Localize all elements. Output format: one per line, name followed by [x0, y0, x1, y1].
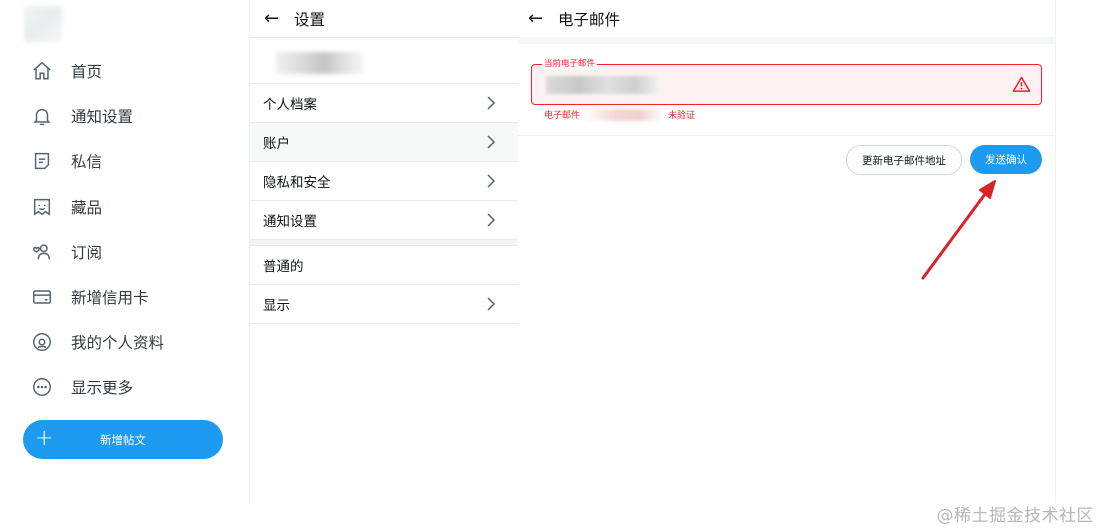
current-email-label: 当前电子邮件 — [542, 58, 598, 70]
nav-item-home[interactable]: 首页 — [30, 56, 102, 86]
back-arrow-icon[interactable]: ← — [264, 8, 284, 29]
more-icon — [30, 375, 54, 399]
subscription-icon — [30, 240, 54, 264]
page-title: 设置 — [294, 10, 326, 29]
home-icon — [30, 59, 54, 83]
redacted-email-value — [546, 76, 658, 94]
left-navigation: 首页 通知设置 私信 藏品 订阅 新增信用卡 我的个人资料 显示更多 + 新增帖… — [0, 0, 250, 532]
annotation-arrow — [921, 180, 996, 280]
collection-icon — [30, 195, 54, 219]
settings-item-label: 普通的 — [263, 259, 304, 275]
settings-column: ← 设置 个人档案 账户 隐私和安全 通知设置 普通的 显示 — [249, 0, 519, 503]
settings-item-label: 账户 — [263, 136, 290, 152]
settings-item-label: 隐私和安全 — [263, 175, 331, 191]
page-title: 电子邮件 — [558, 10, 621, 29]
logo-placeholder[interactable] — [24, 6, 62, 42]
plus-icon: + — [35, 426, 54, 451]
email-unverified-message: 电子邮件 未验证 — [544, 108, 695, 121]
update-email-button[interactable]: 更新电子邮件地址 — [846, 145, 962, 175]
settings-item-privacy-security[interactable]: 隐私和安全 — [250, 162, 518, 201]
nav-item-notifications[interactable]: 通知设置 — [30, 101, 133, 131]
chevron-right-icon — [484, 134, 498, 150]
current-email-field[interactable]: 当前电子邮件 — [531, 58, 1042, 105]
credit-card-icon — [30, 285, 54, 309]
settings-item-notifications[interactable]: 通知设置 — [250, 201, 518, 240]
settings-item-label: 显示 — [263, 298, 290, 314]
new-post-button[interactable]: + 新增帖文 — [23, 420, 223, 459]
bell-icon — [30, 104, 54, 128]
back-arrow-icon[interactable]: ← — [528, 8, 548, 29]
settings-item-general[interactable]: 普通的 — [250, 246, 518, 285]
chevron-right-icon — [484, 296, 498, 312]
nav-item-collections[interactable]: 藏品 — [30, 192, 102, 222]
nav-label: 新增信用卡 — [71, 289, 149, 307]
nav-item-profile[interactable]: 我的个人资料 — [30, 327, 164, 357]
settings-item-account[interactable]: 账户 — [250, 123, 518, 162]
nav-item-messages[interactable]: 私信 — [30, 146, 102, 176]
settings-item-label: 通知设置 — [263, 214, 317, 230]
watermark: @稀土掘金技术社区 — [936, 506, 1094, 526]
account-summary — [250, 38, 518, 84]
nav-label: 通知设置 — [71, 108, 134, 126]
nav-label: 显示更多 — [71, 379, 134, 397]
email-header: ← 电子邮件 — [518, 0, 1055, 37]
profile-icon — [30, 330, 54, 354]
settings-header: ← 设置 — [250, 0, 518, 38]
chevron-right-icon — [484, 173, 498, 189]
error-suffix: 未验证 — [668, 111, 696, 121]
redacted-email-inline — [584, 108, 665, 121]
chevron-right-icon — [484, 95, 498, 111]
nav-label: 我的个人资料 — [71, 334, 165, 352]
redacted-username — [276, 52, 364, 74]
nav-item-subscriptions[interactable]: 订阅 — [30, 237, 102, 267]
nav-label: 首页 — [71, 63, 103, 81]
chevron-right-icon — [484, 212, 498, 228]
error-prefix: 电子邮件 — [544, 111, 581, 121]
send-confirmation-button[interactable]: 发送确认 — [970, 145, 1042, 174]
settings-item-profile[interactable]: 个人档案 — [250, 84, 518, 123]
warning-icon — [1012, 76, 1031, 92]
message-icon — [30, 149, 54, 173]
settings-item-label: 个人档案 — [263, 97, 317, 113]
nav-label: 订阅 — [71, 244, 103, 262]
settings-item-display[interactable]: 显示 — [250, 285, 518, 324]
nav-label: 私信 — [71, 153, 103, 171]
nav-label: 藏品 — [71, 199, 103, 217]
nav-item-add-credit-card[interactable]: 新增信用卡 — [30, 282, 149, 312]
nav-item-more[interactable]: 显示更多 — [30, 372, 133, 402]
